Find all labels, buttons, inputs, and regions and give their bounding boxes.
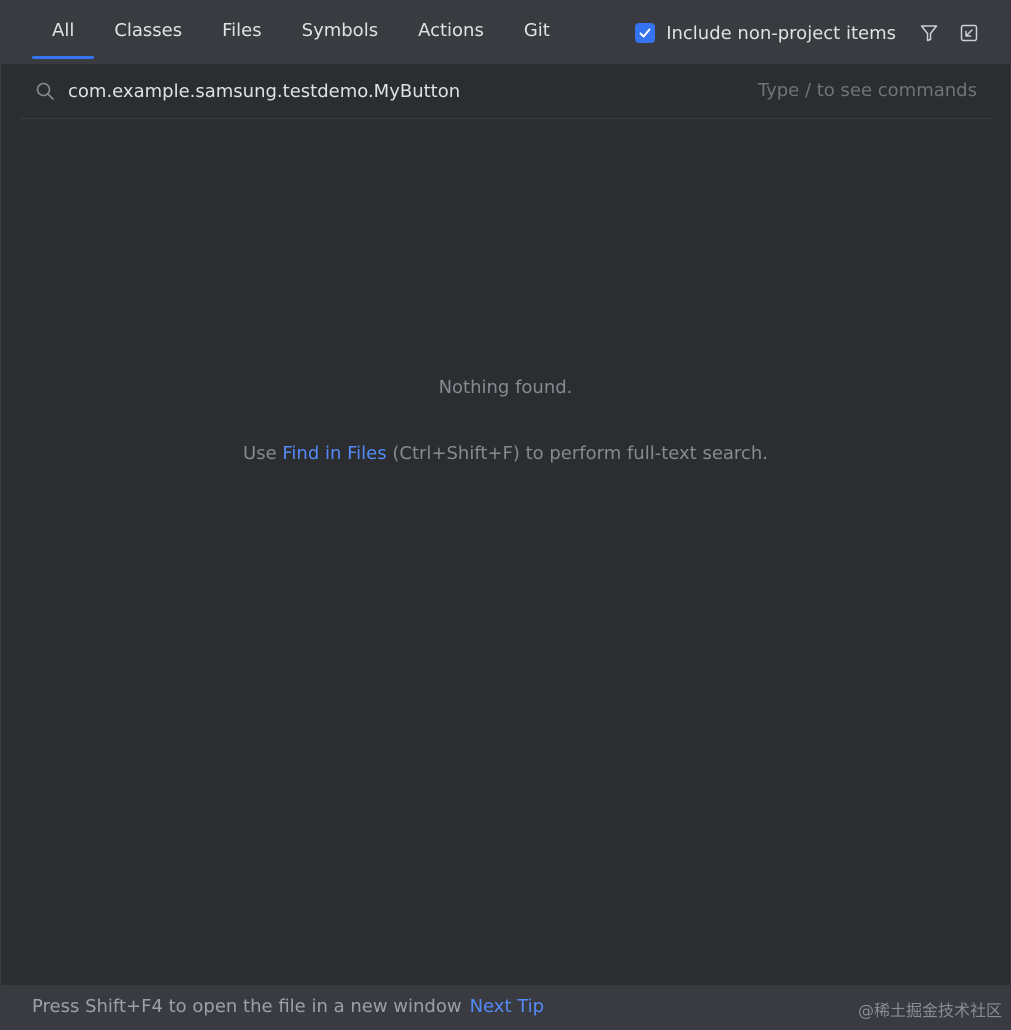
open-in-window-button[interactable] [958, 22, 980, 44]
search-row: Type / to see commands [21, 64, 991, 119]
search-icon [36, 82, 54, 100]
tip-label: Press Shift+F4 to open the file in a new… [32, 996, 462, 1017]
tip-text: Press Shift+F4 to open the file in a new… [32, 996, 544, 1017]
header-controls: Include non-project items [635, 17, 980, 49]
search-everywhere-popup: All Classes Files Symbols Actions Git In… [0, 0, 1011, 1030]
hint-prefix: Use [243, 443, 283, 464]
popup-header: All Classes Files Symbols Actions Git In… [1, 1, 1010, 64]
search-hint: Type / to see commands [757, 80, 977, 101]
find-in-files-hint: Use Find in Files (Ctrl+Shift+F) to perf… [1, 443, 1010, 464]
watermark: @稀土掘金技术社区 [857, 1001, 1002, 1020]
include-non-project-checkbox[interactable] [635, 23, 656, 43]
tab-files[interactable]: Files [202, 1, 282, 59]
tab-symbols[interactable]: Symbols [282, 1, 398, 59]
include-non-project-label[interactable]: Include non-project items [666, 23, 896, 44]
tip-footer: Press Shift+F4 to open the file in a new… [1, 985, 1010, 1029]
filter-icon [920, 25, 938, 42]
hint-suffix: (Ctrl+Shift+F) to perform full-text sear… [386, 443, 768, 464]
tab-git[interactable]: Git [504, 1, 570, 59]
tab-actions[interactable]: Actions [398, 1, 504, 59]
tab-bar: All Classes Files Symbols Actions Git [32, 1, 570, 64]
checkmark-icon [639, 28, 651, 38]
collapse-window-icon [960, 24, 978, 42]
search-input[interactable] [68, 77, 708, 105]
find-in-files-link[interactable]: Find in Files [282, 443, 386, 464]
tab-all[interactable]: All [32, 1, 95, 59]
next-tip-link[interactable]: Next Tip [470, 996, 545, 1017]
nothing-found-message: Nothing found. [438, 377, 573, 398]
tab-classes[interactable]: Classes [94, 1, 202, 59]
filter-button[interactable] [918, 22, 940, 44]
